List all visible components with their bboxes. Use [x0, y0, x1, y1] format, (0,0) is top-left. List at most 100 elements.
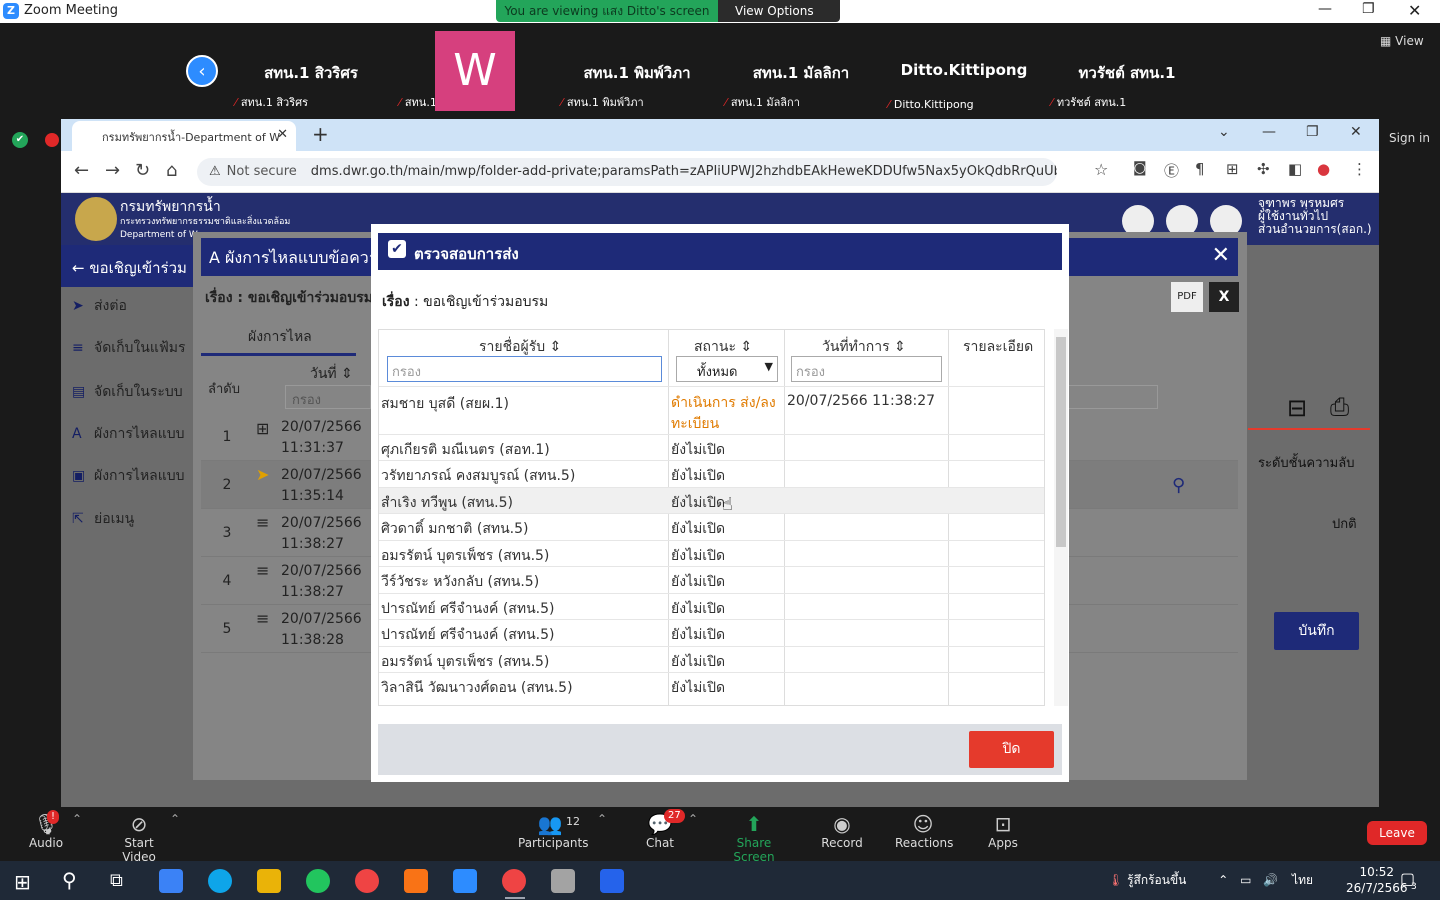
view-options-button[interactable]: View Options ⌄: [718, 0, 840, 40]
col-date[interactable]: วันที่ทำการ ⇕: [822, 336, 906, 358]
participant-tile[interactable]: ทวรัชต์ สทน.1 ⁄ ทวรัชต์ สทน.1: [1047, 31, 1207, 111]
back-arrow-icon[interactable]: ←: [74, 160, 89, 181]
chrome-profile-icon[interactable]: [502, 869, 526, 893]
language-indicator[interactable]: ไทย: [1292, 873, 1313, 887]
participant-tile[interactable]: สทน.1 มัลลิกา ⁄ สทน.1 มัลลิกา: [721, 31, 881, 111]
date-filter-input[interactable]: กรอง: [791, 356, 942, 382]
sidebar-item-forward[interactable]: ➤ ส่งต่อ: [72, 295, 127, 317]
col-recipient[interactable]: รายชื่อผู้รับ ⇕: [479, 336, 561, 358]
sidebar-item-collapse[interactable]: ⇱ ย่อเมนู: [72, 508, 134, 530]
participants-options-icon[interactable]: ⌃: [597, 812, 607, 826]
word-icon[interactable]: [600, 869, 624, 893]
close-tab-icon[interactable]: ✕: [277, 127, 288, 142]
star-icon[interactable]: ☆: [1094, 160, 1108, 179]
table-row[interactable]: ศุภเกียรติ มณีเนตร (สอท.1) ยังไม่เปิด: [379, 434, 1044, 460]
table-row[interactable]: อมรรัตน์ บุตรเพ็ชร (สทน.5) ยังไม่เปิด: [379, 646, 1044, 672]
reload-icon[interactable]: ↻: [135, 160, 150, 181]
search-icon[interactable]: ⚲: [62, 868, 77, 892]
table-row[interactable]: ศิวดาติ์ มกชาติ (สทน.5) ยังไม่เปิด: [379, 513, 1044, 540]
network-icon[interactable]: ▭: [1240, 873, 1251, 887]
volume-icon[interactable]: 🔊: [1263, 873, 1278, 887]
sidebar-item-archive-system[interactable]: ▤ จัดเก็บในระบบ: [72, 381, 183, 403]
close-window-icon[interactable]: ✕: [1408, 1, 1421, 20]
sign-in-link[interactable]: Sign in: [1389, 131, 1430, 145]
leave-button[interactable]: Leave: [1367, 821, 1427, 845]
participant-tile[interactable]: สทน.1 พิมพ์วิภา ⁄ สทน.1 พิมพ์วิภา: [557, 31, 717, 111]
gallery-prev-button[interactable]: ‹: [186, 55, 218, 87]
table-row[interactable]: อมรรัตน์ บุตรเพ็ชร (สทน.5) ยังไม่เปิด: [379, 540, 1044, 566]
video-options-icon[interactable]: ⌃: [170, 812, 180, 826]
translate-icon[interactable]: ⊞: [1226, 160, 1239, 178]
apps-button[interactable]: ⊡ Apps: [986, 812, 1020, 850]
menu-dots-icon[interactable]: ⋮: [1352, 160, 1367, 178]
zoom-icon[interactable]: [453, 869, 477, 893]
maximize-icon[interactable]: ❐: [1362, 1, 1375, 17]
task-view-icon[interactable]: ⧉: [110, 870, 123, 891]
forward-arrow-icon[interactable]: →: [105, 160, 120, 181]
sidepanel-icon[interactable]: ◧: [1288, 160, 1302, 178]
search-icon[interactable]: ⚲: [1172, 475, 1185, 496]
table-scrollbar[interactable]: [1054, 329, 1068, 706]
paragraph-icon[interactable]: ¶: [1195, 160, 1205, 178]
save-button[interactable]: บันทึก: [1274, 612, 1359, 650]
puzzle-icon[interactable]: ✣: [1257, 160, 1270, 178]
brave-icon[interactable]: [404, 869, 428, 893]
home-icon[interactable]: ⌂: [166, 160, 177, 181]
table-row[interactable]: สำเริง ทวีพูน (สทน.5) ยังไม่เปิด: [379, 487, 1044, 513]
profile-icon[interactable]: ●: [1317, 160, 1330, 178]
chrome-icon[interactable]: [355, 869, 379, 893]
scrollbar-thumb[interactable]: [1056, 337, 1066, 547]
view-button[interactable]: ▦ View: [1380, 34, 1424, 48]
app-icon[interactable]: [551, 869, 575, 893]
line-icon[interactable]: [306, 869, 330, 893]
participant-tile[interactable]: สทน.1 สิวริศร ⁄ สทน.1 สิวริศร: [231, 31, 391, 111]
tab-search-icon[interactable]: ⌄: [1218, 124, 1230, 140]
browser-minimize-icon[interactable]: —: [1262, 124, 1276, 140]
browser-close-icon[interactable]: ✕: [1350, 124, 1362, 140]
back-title[interactable]: ← ขอเชิญเข้าร่วม: [72, 256, 187, 280]
table-row[interactable]: วีร์วัชระ หวังกลับ (สทน.5) ยังไม่เปิด: [379, 566, 1044, 593]
encryption-shield-icon[interactable]: ✔: [12, 132, 28, 148]
audio-options-icon[interactable]: ⌃: [72, 812, 82, 826]
pdf-icon[interactable]: PDF: [1171, 282, 1203, 312]
sidebar-item-archive-folder[interactable]: ≡ จัดเก็บในแฟ้มร: [72, 337, 186, 359]
new-tab-icon[interactable]: +: [312, 122, 329, 146]
excel-icon[interactable]: X: [1209, 282, 1239, 312]
share-screen-button[interactable]: ⬆ Share Screen: [716, 812, 792, 864]
col-date[interactable]: วันที่ ⇕: [310, 363, 353, 385]
tray-chevron-icon[interactable]: ⌃: [1218, 873, 1228, 887]
table-row[interactable]: ปารณัทย์ ศรีจำนงค์ (สทน.5) ยังไม่เปิด: [379, 593, 1044, 619]
minimize-icon[interactable]: —: [1318, 1, 1332, 17]
record-button[interactable]: ◉ Record: [820, 812, 864, 850]
start-video-button[interactable]: ⊘ Start Video: [106, 812, 172, 864]
sidebar-item-flow-image[interactable]: ▣ ผังการไหลแบบ: [72, 465, 185, 487]
table-row[interactable]: ปารณัทย์ ศรีจำนงค์ (สทน.5) ยังไม่เปิด: [379, 619, 1044, 646]
close-icon[interactable]: ✕: [1212, 243, 1230, 268]
file-explorer-icon[interactable]: [257, 869, 281, 893]
date-filter-input[interactable]: กรอง: [285, 385, 371, 409]
extension-e-icon[interactable]: Ⓔ: [1164, 160, 1179, 181]
store-icon[interactable]: [159, 869, 183, 893]
table-row[interactable]: วรัทยาภรณ์ คงสมบูรณ์ (สทน.5) ยังไม่เปิด: [379, 460, 1044, 487]
tab-flow[interactable]: ผังการไหล: [248, 326, 312, 348]
print-icon[interactable]: ⎙: [1330, 393, 1349, 421]
chat-options-icon[interactable]: ⌃: [688, 812, 698, 826]
close-button[interactable]: ปิด: [969, 731, 1054, 768]
col-status[interactable]: สถานะ ⇕: [694, 336, 752, 358]
table-row[interactable]: สมชาย บุสดี (สยผ.1) ดำเนินการ ส่ง/ลงทะเบ…: [379, 386, 1044, 434]
windows-start-icon[interactable]: ⊞: [14, 870, 31, 894]
table-row[interactable]: วิลาสินี วัฒนาวงศ์ดอน (สทน.5) ยังไม่เปิด: [379, 672, 1044, 702]
sidebar-item-flow-text[interactable]: A ผังการไหลแบบ: [72, 423, 185, 445]
recipient-filter-input[interactable]: กรอง: [387, 356, 662, 382]
browser-tab[interactable]: กรมทรัพยากรน้ำ-Department of W ✕: [72, 121, 296, 151]
edge-icon[interactable]: [208, 869, 232, 893]
clock[interactable]: 10:52 26/7/2566: [1346, 864, 1408, 896]
reactions-button[interactable]: ☺ Reactions: [895, 812, 953, 850]
participant-tile[interactable]: Ditto.Kittipong ⁄ Ditto.Kittipong: [884, 31, 1044, 111]
camera-icon[interactable]: ◙: [1133, 160, 1147, 176]
browser-restore-icon[interactable]: ❐: [1306, 124, 1319, 140]
status-filter-select[interactable]: ทั้งหมด ▼: [676, 356, 778, 382]
address-bar[interactable]: ⚠ Not secure dms.dwr.go.th/main/mwp/folder…: [197, 158, 1057, 186]
weather-text[interactable]: รู้สึกร้อนขึ้น: [1127, 873, 1186, 887]
folder-open-icon[interactable]: ⊟: [1287, 394, 1307, 422]
